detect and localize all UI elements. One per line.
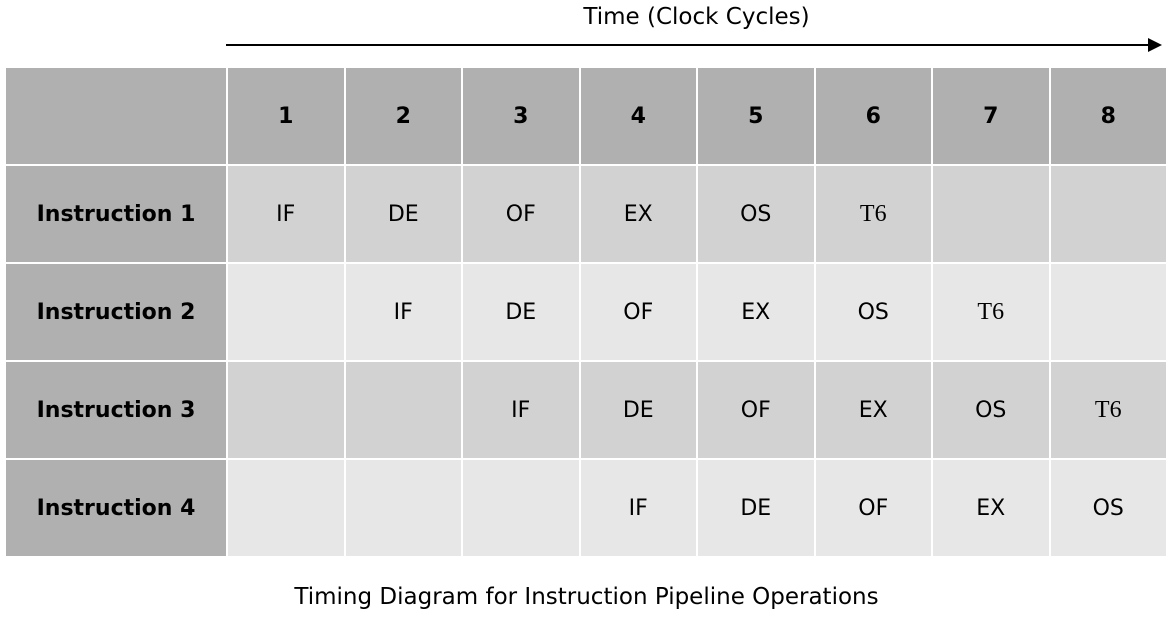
arrow-head-icon	[1148, 38, 1162, 52]
figure-caption: Timing Diagram for Instruction Pipeline …	[0, 584, 1173, 610]
cell-r1-c7	[933, 166, 1049, 262]
row-label-1: Instruction 1	[6, 166, 226, 262]
cell-r4-c5: DE	[698, 460, 814, 556]
time-axis-arrow	[226, 38, 1162, 52]
row-label-2: Instruction 2	[6, 264, 226, 360]
row-label-4: Instruction 4	[6, 460, 226, 556]
cell-r2-c2: IF	[346, 264, 462, 360]
column-header-2: 2	[346, 68, 462, 164]
cell-r1-c3: OF	[463, 166, 579, 262]
cell-r1-c1: IF	[228, 166, 344, 262]
column-header-5: 5	[698, 68, 814, 164]
cell-r1-c8	[1051, 166, 1167, 262]
cell-r3-c1	[228, 362, 344, 458]
cell-r4-c7: EX	[933, 460, 1049, 556]
header-blank	[6, 68, 226, 164]
cell-r2-c1	[228, 264, 344, 360]
cell-r2-c4: OF	[581, 264, 697, 360]
cell-r2-c3: DE	[463, 264, 579, 360]
cell-r2-c8	[1051, 264, 1167, 360]
cell-r1-c5: OS	[698, 166, 814, 262]
cell-r2-c6: OS	[816, 264, 932, 360]
column-header-8: 8	[1051, 68, 1167, 164]
cell-r1-c6: T6	[816, 166, 932, 262]
cell-r4-c2	[346, 460, 462, 556]
cell-r1-c2: DE	[346, 166, 462, 262]
time-axis-label: Time (Clock Cycles)	[0, 4, 1173, 30]
column-header-4: 4	[581, 68, 697, 164]
cell-r4-c8: OS	[1051, 460, 1167, 556]
pipeline-timing-grid: 12345678Instruction 1IFDEOFEXOST6Instruc…	[6, 68, 1166, 556]
cell-r4-c6: OF	[816, 460, 932, 556]
column-header-7: 7	[933, 68, 1049, 164]
column-header-6: 6	[816, 68, 932, 164]
cell-r3-c3: IF	[463, 362, 579, 458]
cell-r3-c6: EX	[816, 362, 932, 458]
cell-r3-c2	[346, 362, 462, 458]
row-label-3: Instruction 3	[6, 362, 226, 458]
cell-r1-c4: EX	[581, 166, 697, 262]
cell-r3-c8: T6	[1051, 362, 1167, 458]
cell-r3-c4: DE	[581, 362, 697, 458]
cell-r4-c1	[228, 460, 344, 556]
cell-r2-c5: EX	[698, 264, 814, 360]
cell-r4-c4: IF	[581, 460, 697, 556]
column-header-1: 1	[228, 68, 344, 164]
cell-r3-c7: OS	[933, 362, 1049, 458]
column-header-3: 3	[463, 68, 579, 164]
cell-r2-c7: T6	[933, 264, 1049, 360]
cell-r3-c5: OF	[698, 362, 814, 458]
arrow-line	[226, 44, 1152, 46]
cell-r4-c3	[463, 460, 579, 556]
